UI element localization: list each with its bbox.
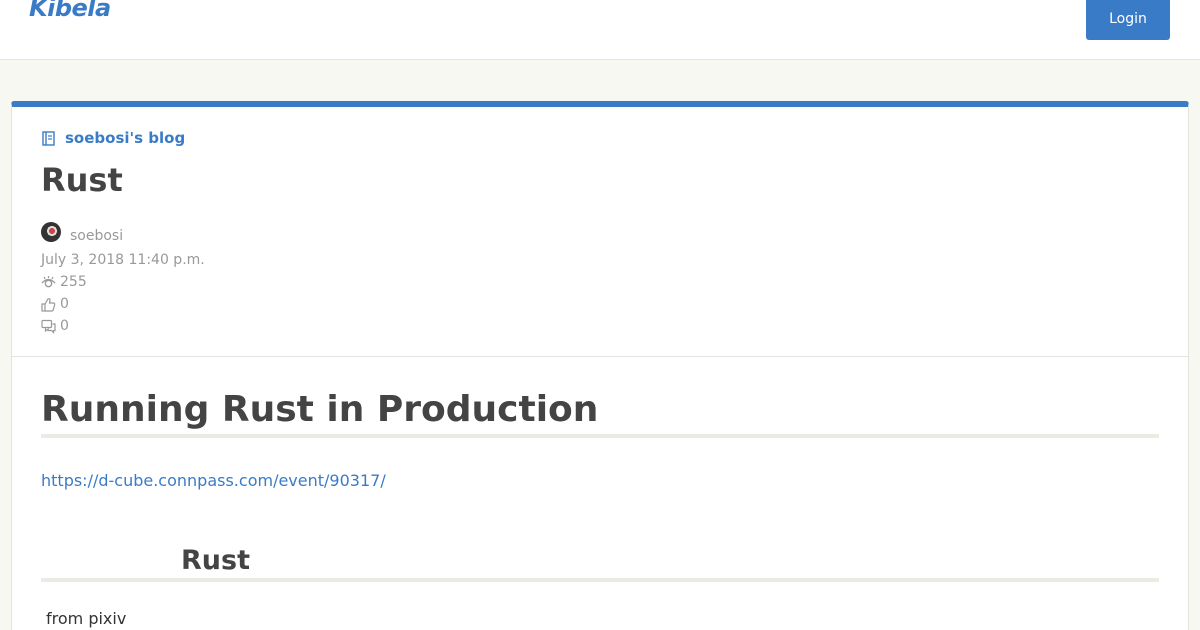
notebook-icon	[42, 130, 55, 146]
post-date: July 3, 2018 11:40 p.m.	[41, 252, 205, 268]
content-paragraph: from pixiv	[46, 609, 127, 628]
author-name[interactable]: soebosi	[70, 228, 123, 244]
avatar[interactable]	[41, 222, 61, 242]
content-heading-2: Rust	[181, 545, 250, 576]
event-link[interactable]: https://d-cube.connpass.com/event/90317/	[41, 471, 386, 490]
heading-1-underline	[41, 434, 1159, 438]
comments-stat[interactable]: 0	[41, 315, 205, 337]
login-button[interactable]: Login	[1086, 0, 1170, 40]
kibela-logo[interactable]: Kibela	[29, 0, 111, 22]
heading-2-underline	[41, 578, 1159, 582]
eye-icon	[41, 275, 56, 287]
post-card: soebosi's blog Rust soebosi July 3, 2018…	[11, 101, 1189, 630]
header-divider	[12, 356, 1188, 357]
views-count: 255	[60, 274, 87, 290]
top-navigation-bar: Kibela Login	[0, 0, 1200, 60]
comments-count: 0	[60, 318, 69, 334]
thumbs-up-icon[interactable]	[41, 297, 56, 312]
likes-stat[interactable]: 0	[41, 293, 205, 315]
blog-link[interactable]: soebosi's blog	[41, 129, 185, 147]
post-title: Rust	[41, 161, 123, 199]
likes-count: 0	[60, 296, 69, 312]
content-heading-1: Running Rust in Production	[41, 389, 599, 430]
blog-name[interactable]: soebosi's blog	[65, 129, 185, 147]
comment-icon[interactable]	[41, 319, 56, 334]
author-info[interactable]: soebosi	[41, 221, 205, 244]
views-stat: 255	[41, 271, 205, 293]
post-meta: soebosi July 3, 2018 11:40 p.m. 255 0 0	[41, 221, 205, 337]
